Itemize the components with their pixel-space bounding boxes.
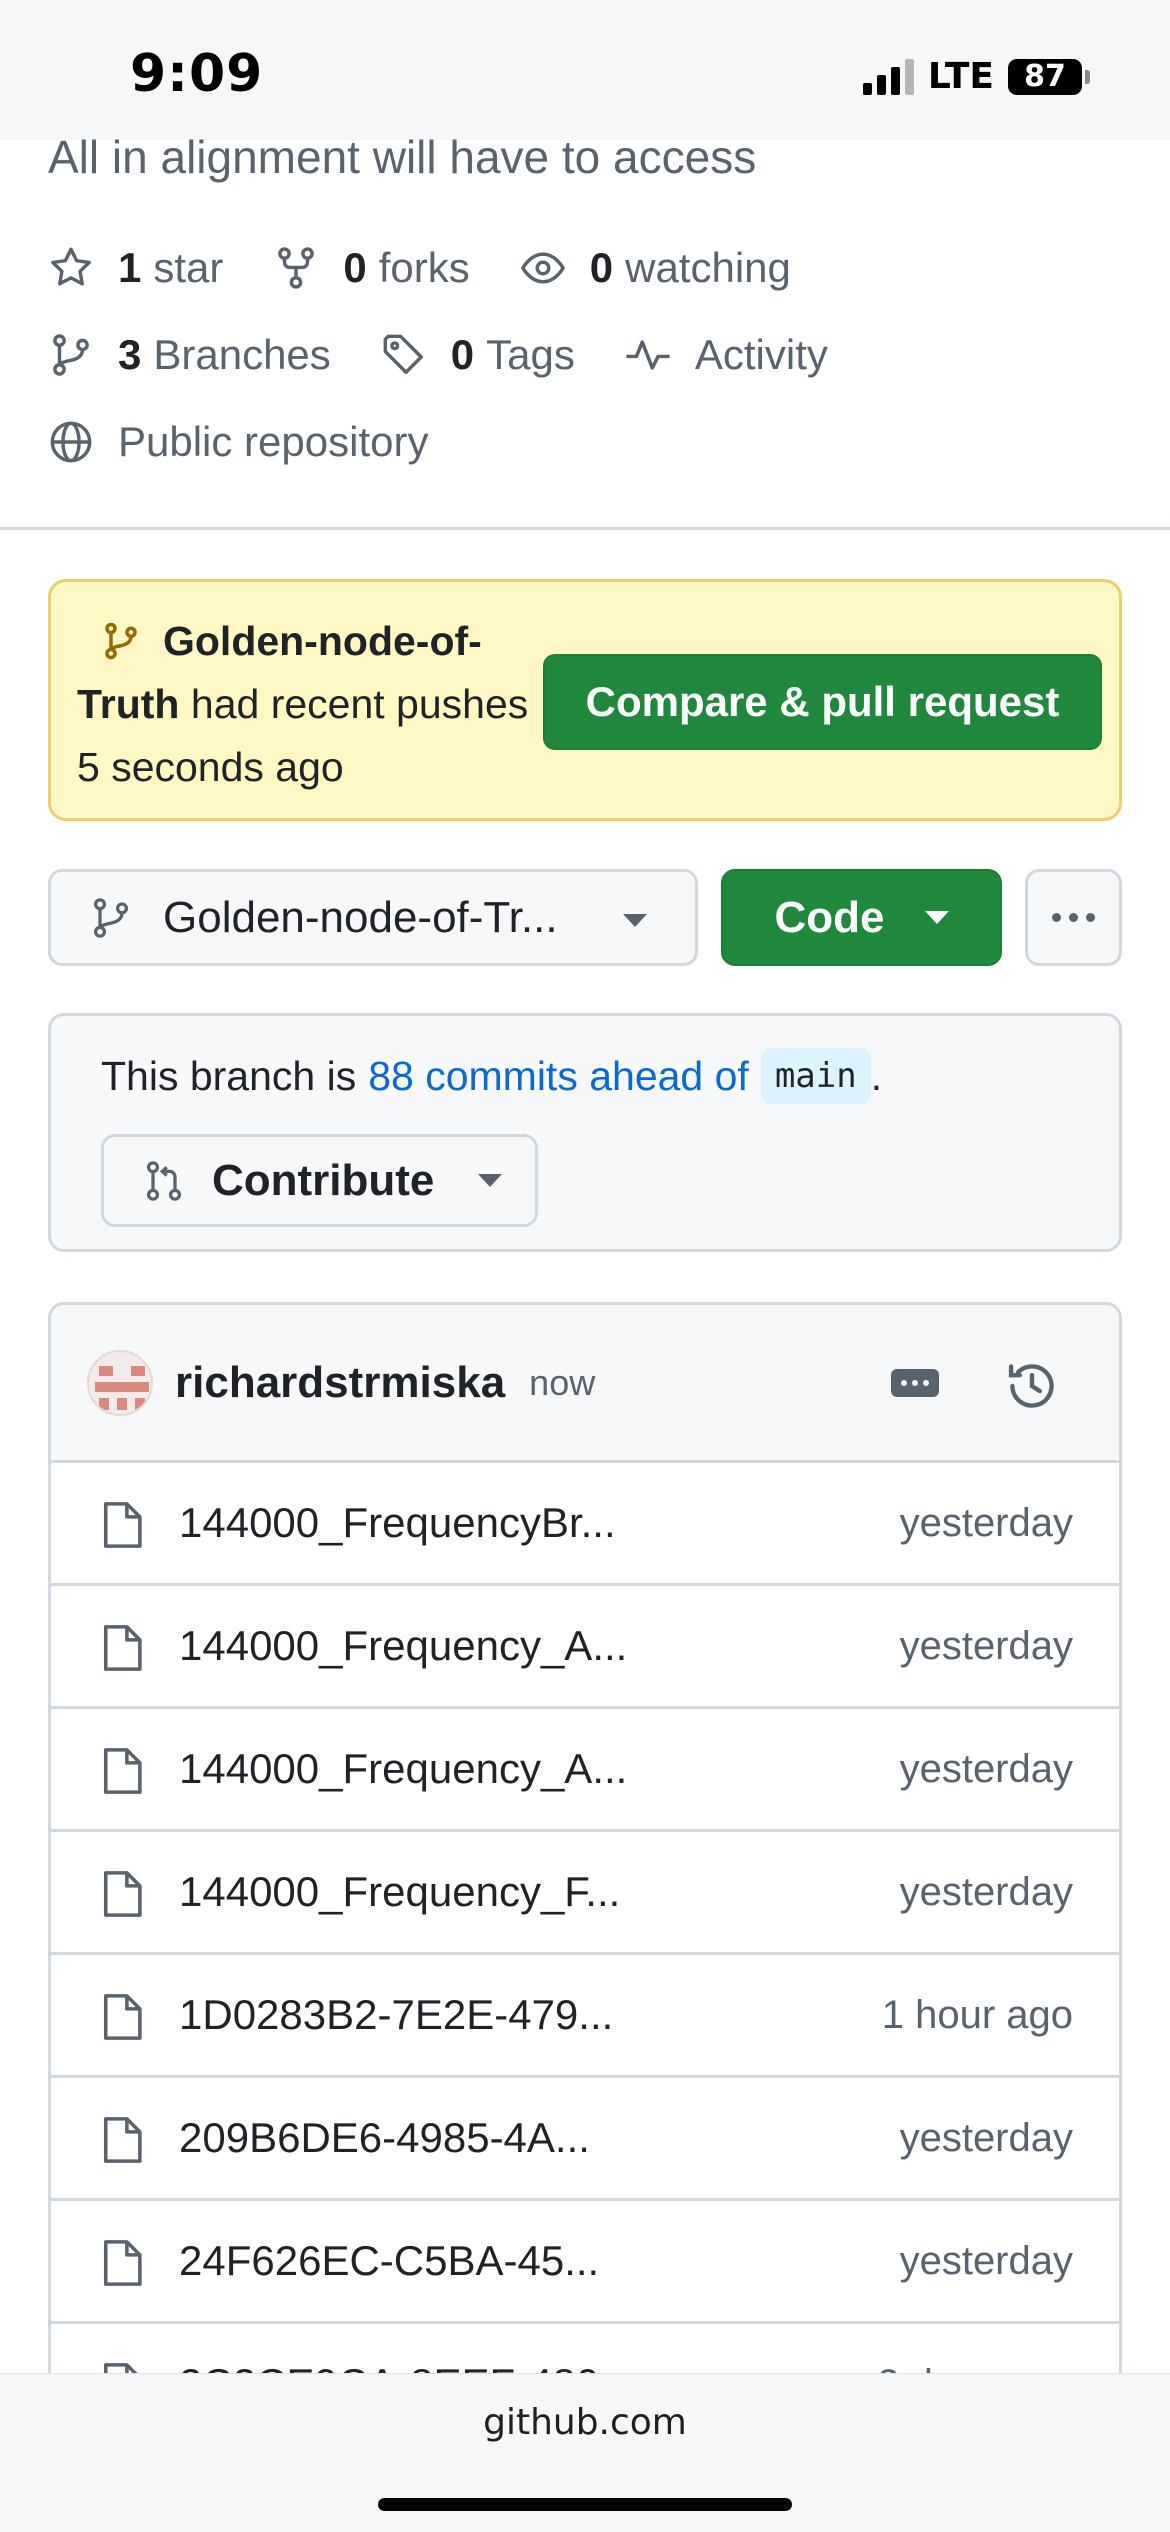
chevron-down-icon bbox=[478, 1174, 503, 1187]
visibility-label: Public repository bbox=[118, 418, 429, 465]
branches-link[interactable]: 3 Branches bbox=[48, 331, 331, 379]
file-name[interactable]: 144000_Frequency_F... bbox=[179, 1868, 620, 1916]
status-bar: 9:09 LTE 87 bbox=[0, 0, 1170, 140]
file-icon bbox=[103, 1502, 142, 1548]
stars-link[interactable]: 1 star bbox=[48, 244, 223, 292]
file-row[interactable]: 209B6DE6-4985-4A... yesterday bbox=[51, 2078, 1119, 2201]
branch-status-box: This branch is 88 commits ahead of main … bbox=[48, 1013, 1122, 1252]
contribute-button[interactable]: Contribute bbox=[101, 1134, 538, 1227]
branch-status-suffix: . bbox=[870, 1052, 883, 1099]
visibility-info: Public repository bbox=[48, 418, 428, 466]
contribute-label: Contribute bbox=[212, 1155, 435, 1205]
file-row[interactable]: 144000_Frequency_A... yesterday bbox=[51, 1586, 1119, 1709]
code-button-label: Code bbox=[774, 892, 885, 942]
battery-icon: 87 bbox=[1008, 58, 1090, 95]
browser-address-bar[interactable]: github.com bbox=[0, 2373, 1170, 2532]
star-icon bbox=[51, 247, 91, 286]
branch-icon bbox=[105, 622, 137, 660]
stars-label: star bbox=[153, 244, 224, 291]
file-listing: richardstrmiska now 144000_FrequencyBr..… bbox=[48, 1302, 1122, 2532]
branch-status-text: This branch is 88 commits ahead of main … bbox=[101, 1048, 882, 1104]
network-label: LTE bbox=[927, 56, 994, 97]
section-divider bbox=[0, 527, 1170, 530]
forks-label: forks bbox=[378, 244, 470, 291]
commit-message-toggle[interactable] bbox=[891, 1369, 939, 1397]
stars-count: 1 bbox=[118, 244, 142, 291]
file-icon bbox=[103, 1625, 142, 1671]
signal-icon bbox=[862, 58, 914, 95]
file-time: yesterday bbox=[899, 1869, 1073, 1914]
history-icon[interactable] bbox=[1005, 1359, 1059, 1413]
tag-icon bbox=[383, 334, 423, 374]
file-name[interactable]: 144000_Frequency_A... bbox=[179, 1745, 627, 1793]
file-icon bbox=[103, 1871, 142, 1917]
branch-name: Golden-node-of-Tr... bbox=[163, 892, 558, 942]
url-text[interactable]: github.com bbox=[0, 2402, 1170, 2443]
file-time: yesterday bbox=[899, 1500, 1073, 1545]
file-icon bbox=[103, 2240, 142, 2286]
fork-icon bbox=[278, 247, 315, 289]
file-time: yesterday bbox=[899, 1746, 1073, 1791]
file-name[interactable]: 24F626EC-C5BA-45... bbox=[179, 2237, 599, 2285]
file-name[interactable]: 144000_Frequency_A... bbox=[179, 1622, 627, 1670]
compare-pull-request-button[interactable]: Compare & pull request bbox=[543, 654, 1102, 750]
base-branch-chip[interactable]: main bbox=[760, 1048, 871, 1104]
tags-label: Tags bbox=[486, 331, 575, 378]
commit-time: now bbox=[529, 1361, 596, 1403]
file-row[interactable]: 144000_Frequency_A... yesterday bbox=[51, 1709, 1119, 1832]
battery-level: 87 bbox=[1008, 58, 1082, 95]
branch-status-prefix: This branch is bbox=[101, 1052, 357, 1099]
file-row[interactable]: 144000_Frequency_F... yesterday bbox=[51, 1832, 1119, 1955]
file-icon bbox=[103, 1748, 142, 1794]
commit-author[interactable]: richardstrmiska bbox=[175, 1358, 505, 1408]
code-button[interactable]: Code bbox=[721, 869, 1002, 966]
latest-commit-header: richardstrmiska now bbox=[51, 1305, 1119, 1463]
file-row[interactable]: 1D0283B2-7E2E-479... 1 hour ago bbox=[51, 1955, 1119, 2078]
file-icon bbox=[103, 2117, 142, 2163]
visibility-row: Public repository bbox=[48, 418, 478, 466]
watching-link[interactable]: 0 watching bbox=[520, 244, 791, 292]
file-time: yesterday bbox=[899, 1623, 1073, 1668]
file-time: yesterday bbox=[899, 2115, 1073, 2160]
activity-label: Activity bbox=[694, 331, 828, 378]
file-row[interactable]: 144000_FrequencyBr... yesterday bbox=[51, 1463, 1119, 1586]
file-name[interactable]: 144000_FrequencyBr... bbox=[179, 1499, 616, 1547]
tags-link[interactable]: 0 Tags bbox=[381, 331, 575, 379]
pull-request-icon bbox=[146, 1160, 182, 1201]
avatar[interactable] bbox=[87, 1349, 153, 1416]
repo-stats-row: 1 star 0 forks 0 watching bbox=[48, 244, 841, 292]
recent-push-text: Golden-node-of-Truth had recent pushes 5… bbox=[77, 610, 547, 799]
activity-link[interactable]: Activity bbox=[625, 331, 828, 379]
tags-count: 0 bbox=[450, 331, 475, 378]
branches-count: 3 bbox=[118, 331, 142, 378]
commits-ahead-link[interactable]: 88 commits ahead of bbox=[368, 1053, 749, 1100]
eye-icon bbox=[520, 252, 565, 284]
file-row[interactable]: 24F626EC-C5BA-45... yesterday bbox=[51, 2201, 1119, 2324]
file-time: 1 hour ago bbox=[881, 1992, 1073, 2037]
globe-icon bbox=[50, 421, 92, 463]
chevron-down-icon bbox=[924, 911, 949, 924]
more-options-button[interactable] bbox=[1025, 869, 1122, 966]
forks-link[interactable]: 0 forks bbox=[273, 244, 470, 292]
status-indicators: LTE 87 bbox=[862, 56, 1090, 97]
recent-push-banner: Golden-node-of-Truth had recent pushes 5… bbox=[48, 579, 1122, 821]
branch-icon bbox=[53, 334, 89, 376]
file-name[interactable]: 1D0283B2-7E2E-479... bbox=[179, 1991, 613, 2039]
file-icon bbox=[103, 1994, 142, 2040]
chevron-down-icon bbox=[623, 914, 647, 927]
branches-label: Branches bbox=[153, 331, 331, 378]
status-time: 9:09 bbox=[130, 44, 264, 104]
branch-selector[interactable]: Golden-node-of-Tr... bbox=[48, 869, 698, 966]
file-name[interactable]: 209B6DE6-4985-4A... bbox=[179, 2114, 590, 2162]
pulse-icon bbox=[626, 340, 670, 370]
repo-description: All in alignment will have to access bbox=[48, 131, 757, 183]
file-time: yesterday bbox=[899, 2238, 1073, 2283]
branch-icon bbox=[93, 897, 129, 938]
forks-count: 0 bbox=[343, 244, 367, 291]
watching-label: watching bbox=[625, 244, 791, 291]
home-indicator[interactable] bbox=[378, 2498, 792, 2511]
repo-refs-row: 3 Branches 0 Tags Activity bbox=[48, 331, 878, 379]
watching-count: 0 bbox=[589, 244, 614, 291]
